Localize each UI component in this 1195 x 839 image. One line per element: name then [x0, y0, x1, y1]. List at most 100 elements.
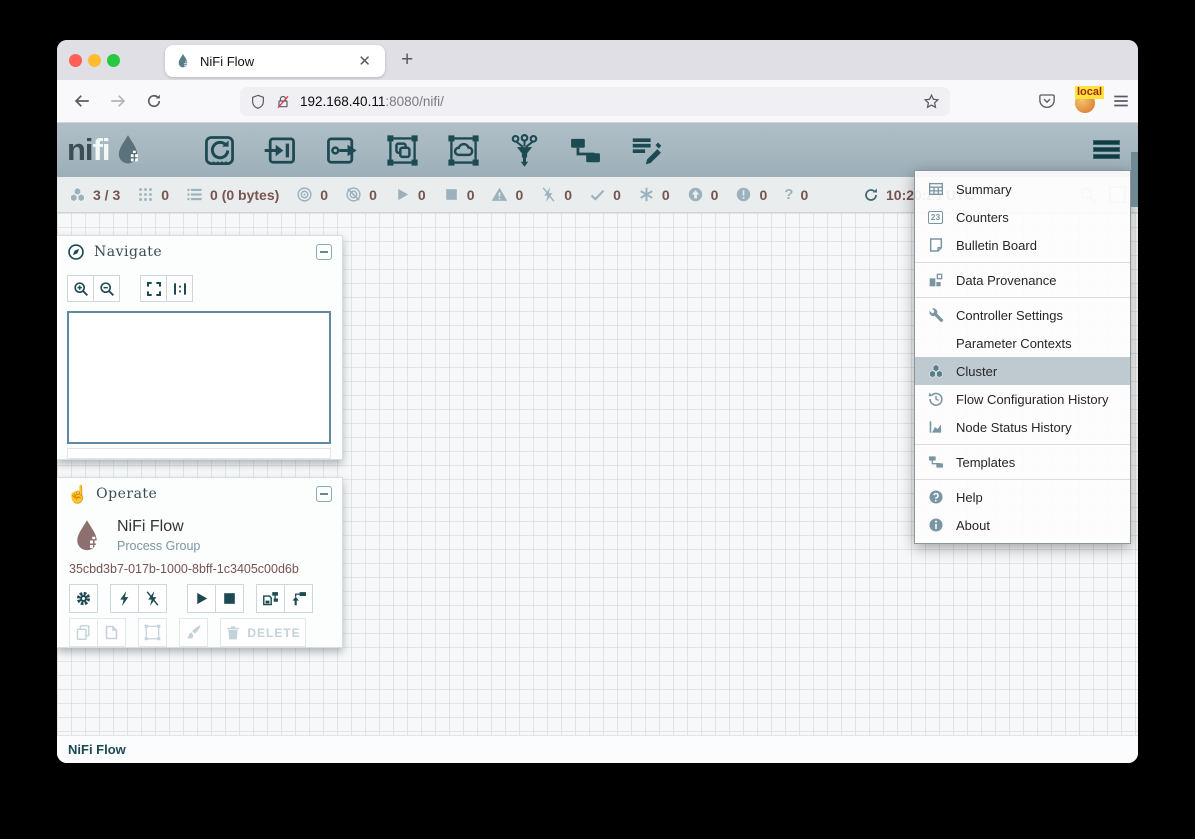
process-group-drop-icon: [69, 516, 105, 556]
scrollbar-thumb[interactable]: [1131, 152, 1138, 207]
remote-process-group-component-icon[interactable]: [447, 134, 480, 167]
stale-icon: [687, 186, 704, 203]
node-status-history-icon: [928, 419, 944, 435]
not-transmitting-status: 0: [345, 186, 377, 203]
menu-item-parameter-contexts[interactable]: Parameter Contexts: [915, 329, 1130, 357]
active-threads-status: 0: [137, 186, 169, 203]
process-group-component-icon[interactable]: [386, 134, 419, 167]
menu-item-node-status-history[interactable]: Node Status History: [915, 413, 1130, 441]
maximize-window-button[interactable]: [107, 54, 120, 67]
group-button[interactable]: [138, 618, 167, 647]
url-host: 192.168.40.11: [300, 94, 385, 109]
menu-item-summary[interactable]: Summary: [915, 175, 1130, 203]
locally-modified-stale-status: 0: [735, 186, 767, 203]
input-port-component-icon[interactable]: [264, 134, 297, 167]
start-button[interactable]: [187, 584, 216, 613]
refresh-icon[interactable]: [863, 187, 879, 203]
zoom-in-button[interactable]: [67, 275, 94, 302]
menu-item-about[interactable]: About: [915, 511, 1130, 539]
template-component-icon[interactable]: [569, 134, 602, 167]
queued-status: 0 (0 bytes): [186, 186, 279, 203]
firefox-menu-icon[interactable]: [1112, 92, 1130, 110]
shield-icon[interactable]: [250, 94, 266, 110]
nifi-favicon-icon: [175, 53, 191, 69]
funnel-component-icon[interactable]: [508, 134, 541, 167]
menu-separator: [915, 479, 1130, 480]
locally-modified-icon: [638, 186, 655, 203]
transmitting-status: 0: [296, 186, 328, 203]
zoom-fit-button[interactable]: [140, 275, 167, 302]
navigate-title: Navigate: [94, 244, 316, 260]
breadcrumb[interactable]: NiFi Flow: [57, 735, 1138, 763]
bookmark-star-icon[interactable]: [923, 93, 940, 110]
menu-item-data-provenance[interactable]: Data Provenance: [915, 266, 1130, 294]
invalid-icon: [491, 186, 508, 203]
menu-item-templates[interactable]: Templates: [915, 448, 1130, 476]
new-tab-button[interactable]: +: [401, 48, 413, 72]
menu-item-help[interactable]: Help: [915, 483, 1130, 511]
running-status: 0: [394, 186, 426, 203]
birdseye-view[interactable]: [67, 311, 331, 444]
help-icon: [928, 489, 944, 505]
reload-icon[interactable]: [145, 92, 163, 110]
operate-collapse-button[interactable]: [316, 486, 332, 502]
locally-modified-status: 0: [638, 186, 670, 203]
menu-item-bulletin-board[interactable]: Bulletin Board: [915, 231, 1130, 259]
data-provenance-icon: [928, 272, 944, 288]
navigate-panel: Navigate: [57, 235, 343, 460]
selection-type: Process Group: [117, 539, 200, 553]
disable-button[interactable]: [138, 584, 167, 613]
birdseye-brush[interactable]: [67, 448, 331, 459]
configure-button[interactable]: [69, 584, 98, 613]
menu-item-controller-settings[interactable]: Controller Settings: [915, 301, 1130, 329]
tab-title: NiFi Flow: [200, 54, 354, 69]
delete-button[interactable]: DELETE: [220, 618, 306, 647]
stop-button[interactable]: [215, 584, 244, 613]
processor-component-icon[interactable]: [203, 134, 236, 167]
menu-item-flow-configuration-history[interactable]: Flow Configuration History: [915, 385, 1130, 413]
forward-icon[interactable]: [109, 92, 127, 110]
insecure-lock-icon[interactable]: [275, 94, 291, 110]
stopped-icon: [443, 186, 460, 203]
navigate-collapse-button[interactable]: [316, 244, 332, 260]
zoom-out-button[interactable]: [93, 275, 120, 302]
operate-title: Operate: [96, 486, 316, 502]
breadcrumb-label: NiFi Flow: [68, 742, 126, 757]
menu-item-counters[interactable]: 23Counters: [915, 203, 1130, 231]
extension-button[interactable]: local: [1073, 89, 1099, 115]
close-window-button[interactable]: [69, 54, 82, 67]
summary-icon: [928, 181, 944, 197]
url-suffix: :8080/nifi/: [385, 94, 444, 109]
browser-tab[interactable]: NiFi Flow ✕: [165, 45, 385, 77]
selection-id[interactable]: 35cbd3b7-017b-1000-8bff-1c3405c00d6b: [57, 556, 342, 576]
url-bar[interactable]: 192.168.40.11:8080/nifi/: [240, 87, 950, 116]
label-component-icon[interactable]: [630, 134, 663, 167]
nifi-toolbar: nifi: [57, 123, 1138, 177]
minimize-window-button[interactable]: [88, 54, 101, 67]
global-menu-button[interactable]: [1093, 140, 1120, 161]
tab-close-icon[interactable]: ✕: [354, 52, 375, 70]
create-template-button[interactable]: [256, 584, 285, 613]
paste-button[interactable]: [97, 618, 126, 647]
zoom-actual-size-button[interactable]: [166, 275, 193, 302]
enable-button[interactable]: [110, 584, 139, 613]
locally-modified-stale-icon: [735, 186, 752, 203]
up-to-date-icon: [589, 186, 606, 203]
upload-template-button[interactable]: [284, 584, 313, 613]
menu-separator: [915, 444, 1130, 445]
not-transmitting-icon: [345, 186, 362, 203]
output-port-component-icon[interactable]: [325, 134, 358, 167]
disabled-status: 0: [540, 186, 572, 203]
change-color-button[interactable]: [179, 618, 208, 647]
up-to-date-status: 0: [589, 186, 621, 203]
bulletin-board-icon: [928, 237, 944, 253]
menu-item-cluster[interactable]: Cluster: [915, 357, 1130, 385]
copy-button[interactable]: [69, 618, 98, 647]
pocket-icon[interactable]: [1038, 92, 1056, 110]
connected-nodes-status: 3 / 3: [69, 186, 120, 203]
browser-tab-bar: NiFi Flow ✕ +: [57, 40, 1138, 80]
compass-icon: [67, 243, 85, 261]
invalid-status: 0: [491, 186, 523, 203]
back-icon[interactable]: [73, 92, 91, 110]
nifi-logo-text-dark: ni: [67, 132, 93, 168]
